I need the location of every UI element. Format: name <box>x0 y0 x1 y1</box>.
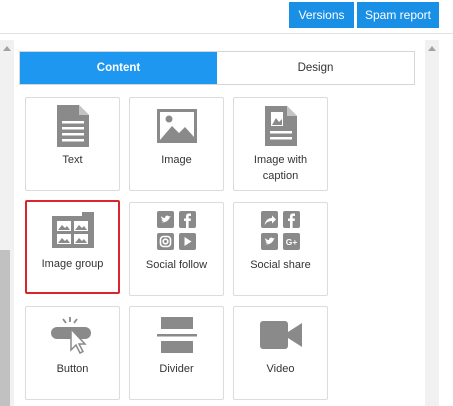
top-bar: Versions Spam report <box>0 0 453 30</box>
block-image-group[interactable]: Image group <box>25 200 120 294</box>
block-image-with-caption[interactable]: Image with caption <box>233 97 328 191</box>
block-label: Video <box>266 363 295 375</box>
scroll-up-arrow-icon[interactable] <box>428 46 436 51</box>
social-follow-icon <box>130 209 223 253</box>
image-group-icon <box>27 208 118 252</box>
divider-line <box>0 33 453 34</box>
block-label: Image group <box>41 258 104 270</box>
block-label: Button <box>56 363 89 375</box>
right-scrollbar[interactable] <box>425 40 439 406</box>
block-button[interactable]: Button <box>25 306 120 400</box>
social-share-icon: G+ <box>234 209 327 253</box>
block-divider[interactable]: Divider <box>129 306 224 400</box>
block-label: Social follow <box>145 259 208 271</box>
svg-text:G+: G+ <box>285 237 297 247</box>
video-icon <box>234 313 327 357</box>
tab-design[interactable]: Design <box>217 52 414 84</box>
block-label: Social share <box>250 259 311 271</box>
block-label: Image <box>161 154 192 166</box>
divider-icon <box>130 313 223 357</box>
scrollbar-thumb[interactable] <box>0 250 10 406</box>
versions-button[interactable]: Versions <box>289 2 354 28</box>
block-label: Text <box>62 154 83 166</box>
block-video[interactable]: Video <box>233 306 328 400</box>
image-icon <box>130 104 223 148</box>
button-icon <box>26 313 119 357</box>
block-label: Divider <box>159 363 194 375</box>
spam-report-button[interactable]: Spam report <box>357 2 439 28</box>
block-text[interactable]: Text <box>25 97 120 191</box>
scroll-up-arrow-icon[interactable] <box>3 46 11 51</box>
left-scrollbar[interactable] <box>0 40 14 406</box>
block-image[interactable]: Image <box>129 97 224 191</box>
panel-tabs: Content Design <box>19 51 415 85</box>
text-icon <box>26 104 119 148</box>
block-social-share[interactable]: G+ Social share <box>233 202 328 296</box>
block-label: Image with caption <box>253 154 308 182</box>
block-social-follow[interactable]: Social follow <box>129 202 224 296</box>
image-caption-icon <box>234 104 327 148</box>
tab-content[interactable]: Content <box>20 52 217 84</box>
